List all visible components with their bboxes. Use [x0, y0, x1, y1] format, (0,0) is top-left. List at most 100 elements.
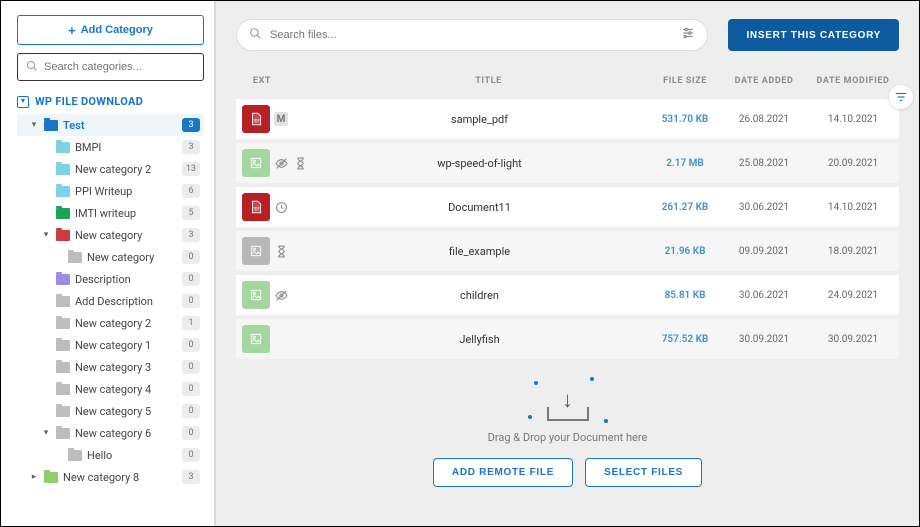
- app-container: + Add Category WP FILE DOWNLOAD ▾Test3BM…: [0, 0, 920, 527]
- file-title: children: [310, 289, 649, 302]
- sidebar-item[interactable]: New category 0: [17, 246, 204, 268]
- sliders-icon[interactable]: [681, 26, 695, 44]
- folder-icon: [56, 274, 70, 285]
- sidebar-item-label: BMPI: [75, 141, 101, 154]
- file-size: 531.70 KB: [649, 114, 721, 125]
- sidebar-item[interactable]: IMTI writeup5: [17, 202, 204, 224]
- sidebar-item-label: New category 2: [75, 163, 151, 176]
- sidebar-item-label: Hello: [87, 449, 112, 462]
- sidebar-item-label: New category 3: [75, 361, 151, 374]
- sidebar-item-label: IMTI writeup: [75, 207, 136, 220]
- col-title[interactable]: TITLE: [328, 76, 649, 86]
- add-remote-file-button[interactable]: ADD REMOTE FILE: [433, 458, 573, 487]
- row-status-icons: M: [270, 112, 310, 126]
- dropzone[interactable]: ↓ Drag & Drop your Document here ADD REM…: [216, 363, 919, 497]
- folder-icon: [56, 384, 70, 395]
- select-files-button[interactable]: SELECT FILES: [585, 458, 702, 487]
- table-row[interactable]: PDFMsample_pdf531.70 KB26.08.202114.10.2…: [236, 99, 899, 139]
- sidebar-item[interactable]: New category 50: [17, 400, 204, 422]
- search-files-wrapper[interactable]: [236, 19, 708, 51]
- sidebar-item[interactable]: ▸New category 83: [17, 466, 204, 488]
- search-categories-input[interactable]: [44, 61, 195, 73]
- sidebar-item[interactable]: Hello0: [17, 444, 204, 466]
- sidebar-item-label: New category 5: [75, 405, 151, 418]
- count-badge: 1: [182, 316, 200, 330]
- folder-icon: [44, 472, 58, 483]
- table-row[interactable]: PDFDocument11261.27 KB30.06.202114.10.20…: [236, 187, 899, 227]
- table-body: PDFMsample_pdf531.70 KB26.08.202114.10.2…: [236, 99, 899, 359]
- sidebar-item[interactable]: PPI Writeup 6: [17, 180, 204, 202]
- table-row[interactable]: wp-speed-of-light2.17 MB25.08.202120.09.…: [236, 143, 899, 183]
- col-added[interactable]: DATE ADDED: [721, 76, 807, 86]
- sidebar-item-label: New category: [75, 229, 142, 242]
- count-badge: 6: [182, 184, 200, 198]
- file-size: 21.96 KB: [649, 246, 721, 257]
- root-node[interactable]: WP FILE DOWNLOAD: [17, 91, 204, 112]
- table-row[interactable]: file_example21.96 KB09.09.202118.09.2021: [236, 231, 899, 271]
- multi-icon: M: [274, 112, 288, 126]
- count-badge: 0: [182, 338, 200, 352]
- sidebar-item[interactable]: ▾New category 60: [17, 422, 204, 444]
- sidebar-item-label: New category 2: [75, 317, 151, 330]
- row-status-icons: [270, 156, 310, 170]
- sidebar-item[interactable]: Description0: [17, 268, 204, 290]
- date-modified: 14.10.2021: [807, 114, 899, 125]
- col-ext[interactable]: EXT: [236, 76, 288, 86]
- sidebar-item[interactable]: New category 2 1: [17, 312, 204, 334]
- file-size: 2.17 MB: [649, 158, 721, 169]
- sidebar-item[interactable]: New category 3 0: [17, 356, 204, 378]
- sidebar-item-label: PPI Writeup: [75, 185, 132, 198]
- col-size[interactable]: FILE SIZE: [649, 76, 721, 86]
- row-status-icons: [270, 288, 310, 302]
- folder-icon: [68, 450, 82, 461]
- folder-icon: [56, 406, 70, 417]
- filter-button[interactable]: [889, 85, 913, 109]
- chevron-icon: ▾: [29, 120, 39, 130]
- sidebar-item[interactable]: New category 10: [17, 334, 204, 356]
- table-row[interactable]: children85.81 KB30.06.202124.09.2021: [236, 275, 899, 315]
- sidebar-item-label: New category: [87, 251, 154, 264]
- download-box-icon: [17, 96, 29, 108]
- main-panel: INSERT THIS CATEGORY EXT TITLE FILE SIZE…: [216, 1, 919, 526]
- plus-icon: +: [68, 24, 76, 37]
- file-table: EXT TITLE FILE SIZE DATE ADDED DATE MODI…: [216, 63, 919, 363]
- svg-text:PDF: PDF: [252, 119, 260, 124]
- topbar: INSERT THIS CATEGORY: [216, 1, 919, 63]
- folder-icon: [56, 318, 70, 329]
- sidebar-item-label: New category 8: [63, 471, 139, 484]
- sidebar-item[interactable]: New category 213: [17, 158, 204, 180]
- date-modified: 18.09.2021: [807, 246, 899, 257]
- count-badge: 0: [182, 250, 200, 264]
- count-badge: 3: [182, 140, 200, 154]
- search-icon: [249, 27, 262, 43]
- upload-icon: ↓: [538, 379, 598, 421]
- col-mod[interactable]: DATE MODIFIED: [807, 76, 899, 86]
- sidebar-item[interactable]: ▾New category3: [17, 224, 204, 246]
- date-added: 25.08.2021: [721, 158, 807, 169]
- search-files-input[interactable]: [270, 29, 673, 41]
- folder-icon: [56, 208, 70, 219]
- sidebar-item[interactable]: Add Description0: [17, 290, 204, 312]
- file-type-icon: PDF: [242, 193, 270, 221]
- count-badge: 0: [182, 360, 200, 374]
- table-row[interactable]: Jellyfish757.52 KB30.09.202130.09.2021: [236, 319, 899, 359]
- sidebar-item[interactable]: New category 40: [17, 378, 204, 400]
- sidebar-item-label: Description: [75, 273, 131, 286]
- file-title: Document11: [310, 201, 649, 214]
- count-badge: 0: [182, 426, 200, 440]
- folder-icon: [56, 340, 70, 351]
- file-size: 757.52 KB: [649, 334, 721, 345]
- chevron-icon: ▾: [41, 428, 51, 438]
- sidebar-item[interactable]: BMPI 3: [17, 136, 204, 158]
- count-badge: 3: [182, 118, 200, 132]
- folder-icon: [56, 142, 70, 153]
- add-category-button[interactable]: + Add Category: [17, 15, 204, 45]
- sidebar-item-label: Add Description: [75, 295, 153, 308]
- file-size: 261.27 KB: [649, 202, 721, 213]
- category-tree: ▾Test3BMPI3New category 213PPI Writeup6I…: [17, 114, 204, 488]
- search-categories-wrapper[interactable]: [17, 53, 204, 81]
- search-icon: [26, 60, 38, 75]
- sidebar-item[interactable]: ▾Test3: [17, 114, 204, 136]
- insert-category-button[interactable]: INSERT THIS CATEGORY: [728, 19, 899, 51]
- pending-icon: [274, 244, 288, 258]
